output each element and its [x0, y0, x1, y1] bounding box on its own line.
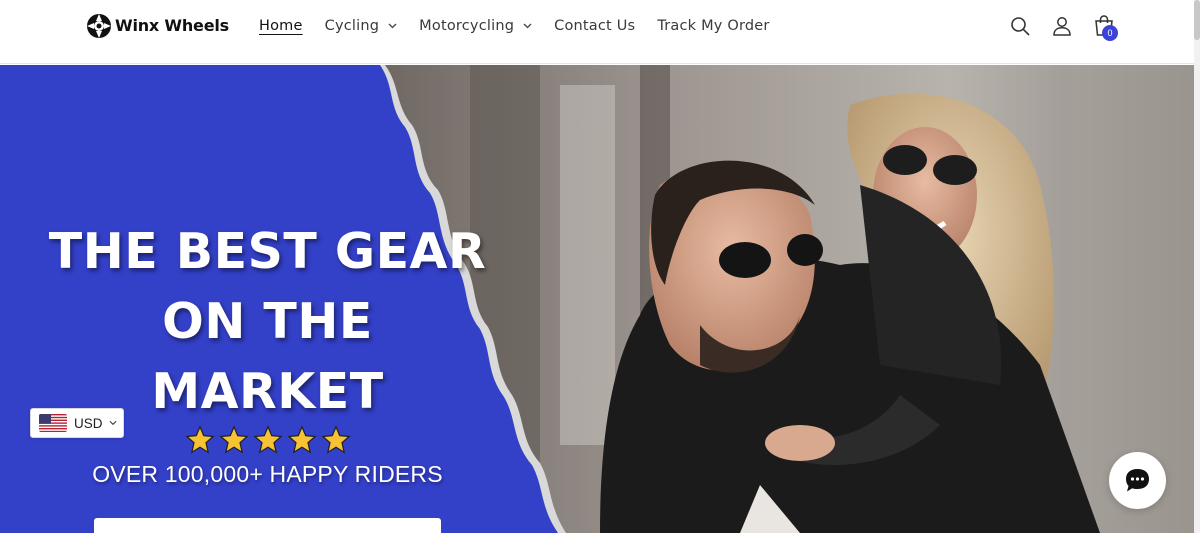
- chat-widget-button[interactable]: [1109, 452, 1166, 509]
- nav-item-label: Track My Order: [657, 18, 770, 34]
- cart-count-badge: 0: [1102, 25, 1118, 41]
- headline-line: ON THE: [162, 293, 373, 350]
- chevron-down-icon: [523, 23, 532, 29]
- star-icon: [321, 425, 351, 454]
- logo-mark-icon: [87, 13, 111, 38]
- hero-banner: THE BEST GEAR ON THE MARKET OVER 100,000…: [0, 65, 1194, 533]
- nav-item-home[interactable]: Home: [259, 16, 303, 36]
- search-icon[interactable]: [1008, 14, 1032, 38]
- nav-item-track-my-order[interactable]: Track My Order: [657, 16, 769, 36]
- star-icon: [219, 425, 249, 454]
- shop-now-button[interactable]: [94, 518, 441, 533]
- nav-item-cycling[interactable]: Cycling: [325, 16, 398, 36]
- chevron-down-icon: [388, 23, 397, 29]
- currency-label: USD: [74, 415, 103, 431]
- main-nav: Home Cycling Motorcycling Contact Us Tra…: [259, 16, 792, 36]
- nav-item-label: Motorcycling: [419, 18, 515, 34]
- hero-subheadline: OVER 100,000+ HAPPY RIDERS: [92, 461, 443, 487]
- brand-name: Winx Wheels: [115, 16, 229, 35]
- site-header: Winx Wheels Home Cycling Motorcycling Co…: [0, 0, 1194, 64]
- us-flag-icon: [39, 414, 67, 432]
- star-icon: [287, 425, 317, 454]
- rating-stars: [185, 425, 351, 455]
- scrollbar-thumb[interactable]: [1194, 0, 1200, 40]
- headline-line: THE BEST GEAR: [48, 223, 487, 280]
- page-scrollbar[interactable]: [1194, 0, 1200, 533]
- account-icon[interactable]: [1050, 14, 1074, 38]
- nav-item-label: Contact Us: [554, 18, 636, 34]
- cart-button[interactable]: 0: [1092, 14, 1118, 41]
- nav-item-label: Home: [259, 18, 303, 34]
- star-icon: [253, 425, 283, 454]
- brand-logo[interactable]: Winx Wheels: [86, 12, 229, 39]
- currency-selector[interactable]: USD: [30, 408, 124, 438]
- chevron-down-icon: [108, 420, 117, 426]
- header-icons: 0: [1008, 14, 1134, 41]
- star-icon: [185, 425, 215, 454]
- nav-item-contact-us[interactable]: Contact Us: [554, 16, 635, 36]
- nav-item-label: Cycling: [324, 18, 380, 34]
- chat-bubble-icon: [1126, 469, 1149, 492]
- hero-headline: THE BEST GEAR ON THE MARKET: [30, 217, 505, 427]
- nav-item-motorcycling[interactable]: Motorcycling: [419, 16, 532, 36]
